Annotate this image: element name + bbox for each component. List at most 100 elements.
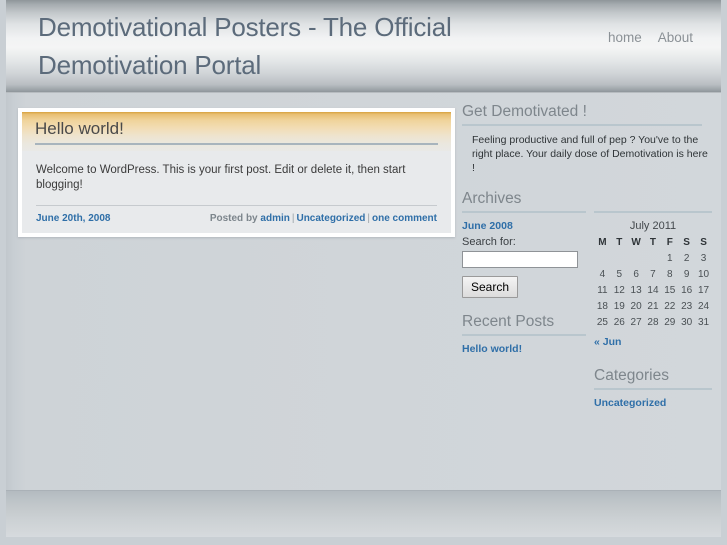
archives-divider <box>462 211 586 213</box>
calendar-day: 19 <box>613 300 625 312</box>
archives-heading: Archives <box>462 190 522 207</box>
calendar-table: M T W T F S S 1 2 3 4 5 6 7 8 9 10 11 12… <box>594 235 712 330</box>
sidebar-column-main: Archives June 2008 Search for: Search Re… <box>462 189 586 423</box>
sidebar-widget-calendar: July 2011 M T W T F S S 1 2 3 4 5 6 7 8 … <box>594 211 712 348</box>
calendar-day: 28 <box>647 316 659 328</box>
category-item-uncategorized[interactable]: Uncategorized <box>594 397 666 409</box>
sidebar-widget-archives: Archives June 2008 Search for: Search <box>462 189 586 298</box>
content-wrap: Hello world! Welcome to WordPress. This … <box>6 94 721 545</box>
post-meta: June 20th, 2008 Posted by admin | Uncatego… <box>22 206 451 233</box>
categories-heading: Categories <box>594 367 669 384</box>
calendar-day <box>645 250 662 266</box>
nav-item-about[interactable]: About <box>658 30 693 45</box>
bottom-strip <box>0 537 727 545</box>
content-column: Hello world! Welcome to WordPress. This … <box>18 108 455 237</box>
site-title: Demotivational Posters - The Official De… <box>38 12 452 80</box>
sidebar-widget-intro: Get Demotivated ! Feeling productive and… <box>462 102 712 175</box>
calendar-day: 30 <box>681 316 693 328</box>
sidebar-widget-categories: Categories Uncategorized <box>594 366 712 409</box>
nav-item-home[interactable]: home <box>608 30 642 45</box>
post-comments-link[interactable]: one comment <box>372 213 437 224</box>
post-title[interactable]: Hello world! <box>35 119 438 139</box>
archives-item-june-2008[interactable]: June 2008 <box>462 220 513 232</box>
calendar-day: 17 <box>697 284 710 296</box>
calendar-day: 21 <box>647 300 659 312</box>
calendar-day: 7 <box>650 268 656 280</box>
calendar-title: July 2011 <box>629 220 677 232</box>
search-button[interactable]: Search <box>462 276 519 298</box>
calendar-week-row: 11 12 13 14 15 16 17 <box>594 282 712 298</box>
post-category-link[interactable]: Uncategorized <box>296 213 365 224</box>
calendar-week-row: 4 5 6 7 8 9 10 <box>594 266 712 282</box>
recent-posts-heading: Recent Posts <box>462 313 555 330</box>
page-root: Demotivational Posters - The Official De… <box>0 0 727 545</box>
calendar-day: 14 <box>647 284 659 296</box>
calendar-weekday: S <box>683 237 690 248</box>
calendar-day: 23 <box>681 300 693 312</box>
post-header: Hello world! <box>22 112 451 151</box>
calendar-weekday: F <box>666 237 673 248</box>
calendar-week-row: 25 26 27 28 29 30 31 <box>594 314 712 330</box>
post-author-link[interactable]: admin <box>260 213 289 224</box>
calendar-day: 8 <box>667 268 673 280</box>
calendar-weekday: M <box>598 237 607 248</box>
recent-post-item-hello-world[interactable]: Hello world! <box>462 343 522 355</box>
calendar-week-row: 18 19 20 21 22 23 24 <box>594 298 712 314</box>
post-card: Hello world! Welcome to WordPress. This … <box>18 108 455 237</box>
calendar-day: 12 <box>613 284 625 296</box>
post-date[interactable]: June 20th, 2008 <box>36 213 110 224</box>
calendar-day: 11 <box>597 284 608 296</box>
calendar-day: 15 <box>664 284 676 296</box>
calendar-prev-month-link[interactable]: « Jun <box>594 336 621 348</box>
calendar-day: 26 <box>613 316 625 328</box>
calendar-weekday: W <box>631 237 641 248</box>
search-input[interactable] <box>462 251 578 268</box>
calendar-day: 9 <box>683 268 690 280</box>
calendar-day: 5 <box>616 268 623 280</box>
post-inner: Hello world! Welcome to WordPress. This … <box>22 112 451 233</box>
calendar-day: 4 <box>599 268 606 280</box>
calendar-weekday: T <box>649 237 656 248</box>
calendar-day <box>594 250 611 266</box>
calendar-day: 25 <box>596 316 608 328</box>
posted-by-label: Posted by <box>209 213 258 224</box>
calendar-day: 13 <box>630 284 642 296</box>
calendar-day: 18 <box>596 300 608 312</box>
calendar-day: 6 <box>633 268 639 280</box>
calendar-day: 31 <box>697 316 710 328</box>
site-header: Demotivational Posters - The Official De… <box>6 0 721 93</box>
calendar-weekday-row: M T W T F S S <box>594 235 712 250</box>
calendar-week-row: 1 2 3 <box>594 250 712 266</box>
post-body: Welcome to WordPress. This is your first… <box>36 164 406 191</box>
sidebar: Get Demotivated ! Feeling productive and… <box>462 102 712 423</box>
intro-heading: Get Demotivated ! <box>462 103 587 120</box>
primary-nav: home About <box>608 30 693 45</box>
recent-posts-divider <box>462 334 586 336</box>
intro-text: Feeling productive and full of pep ? You… <box>472 134 708 174</box>
sidebar-widget-recent-posts: Recent Posts Hello world! <box>462 312 586 355</box>
calendar-day: 22 <box>664 300 676 312</box>
calendar-weekday: S <box>700 237 707 248</box>
calendar-weekday: T <box>616 237 623 248</box>
intro-divider <box>462 124 702 126</box>
search-label: Search for: <box>462 236 516 248</box>
calendar-day <box>628 250 645 266</box>
calendar-day: 27 <box>630 316 642 328</box>
categories-divider <box>594 388 712 390</box>
sidebar-columns: Archives June 2008 Search for: Search Re… <box>462 189 712 423</box>
calendar-nav: « Jun <box>594 336 712 348</box>
calendar-day: 3 <box>700 252 707 264</box>
meta-separator-2: | <box>367 213 370 224</box>
sidebar-column-calendar: July 2011 M T W T F S S 1 2 3 4 5 6 7 8 … <box>594 189 712 423</box>
bottom-bar <box>6 490 721 537</box>
calendar-day: 20 <box>630 300 642 312</box>
calendar-day <box>611 250 628 266</box>
calendar-day: 29 <box>664 316 676 328</box>
calendar-day: 24 <box>697 300 710 312</box>
calendar-day: 10 <box>697 268 710 280</box>
post-meta-right: Posted by admin | Uncategorized | one commen… <box>210 213 437 224</box>
calendar-day: 1 <box>667 252 673 264</box>
calendar-top-divider <box>594 211 712 213</box>
calendar-day: 16 <box>681 284 693 296</box>
calendar-day: 2 <box>683 252 690 264</box>
